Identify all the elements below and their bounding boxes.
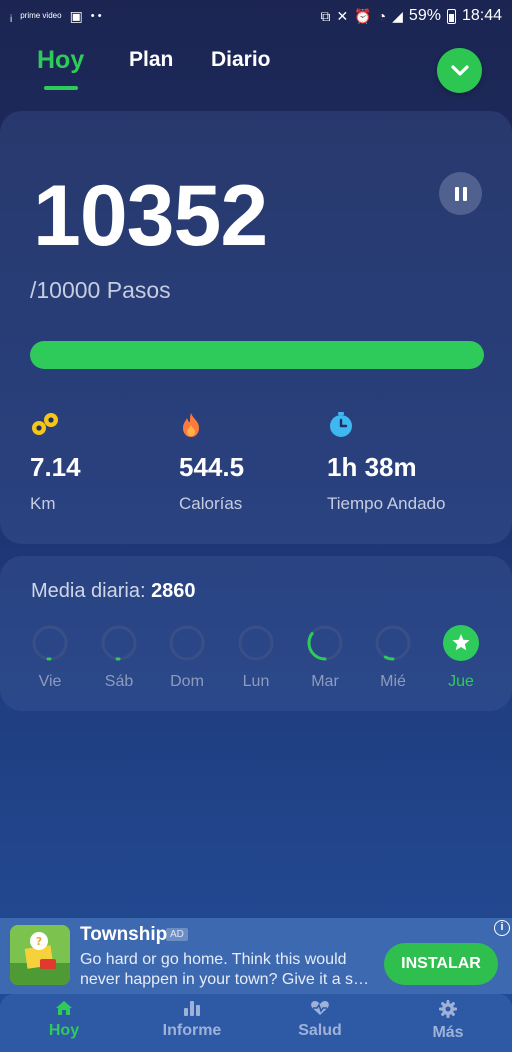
nav-informe-label: Informe — [162, 1022, 222, 1039]
day-label: Dom — [170, 673, 204, 690]
status-left: ᵢ prime video ▣ • • — [10, 8, 102, 25]
step-goal: /10000 Pasos — [30, 277, 171, 303]
nav-mas[interactable]: Más — [398, 1000, 498, 1042]
day-4[interactable]: Lun — [226, 624, 286, 691]
day-progress-ring — [375, 625, 411, 661]
dropdown-check-button[interactable] — [437, 48, 482, 93]
calories-value: 544.5 — [179, 452, 245, 482]
nav-salud-label: Salud — [298, 1022, 342, 1039]
nav-informe[interactable]: Informe — [142, 1000, 242, 1040]
prime-video-icon: prime video — [20, 11, 62, 20]
cell-signal-icon: ◢ — [392, 7, 403, 24]
ad-info-icon[interactable]: i — [494, 920, 510, 936]
day-2[interactable]: Sáb — [89, 624, 149, 691]
nav-hoy[interactable]: Hoy — [14, 1000, 114, 1040]
day-progress-ring — [32, 625, 68, 661]
bar-chart-icon — [184, 1001, 200, 1016]
daily-average: Media diaria: 2860 — [31, 580, 196, 603]
day-1[interactable]: Vie — [20, 624, 80, 691]
day-label: Vie — [38, 673, 62, 690]
battery-percent: 59% — [408, 7, 441, 24]
pause-icon — [454, 186, 459, 201]
day-label: Jue — [448, 673, 474, 690]
app-notification-icon: ▣ — [69, 7, 83, 24]
status-bar: ᵢ prime video ▣ • • ⧉ ✕ ⏰ ◔ ◢ 59% 18:44 — [0, 0, 512, 32]
tab-hoy[interactable]: Hoy — [37, 46, 84, 75]
ad-install-button[interactable]: INSTALAR — [384, 943, 498, 985]
day-progress-ring — [101, 625, 137, 661]
day-label: Lun — [242, 673, 270, 690]
today-steps-card: 10352 /10000 Pasos 7.14 Km 544.5 Caloría… — [0, 111, 512, 544]
day-7[interactable]: Jue — [431, 624, 491, 691]
top-tabs: Hoy Plan Diario — [0, 44, 512, 94]
ad-title: Township — [80, 924, 168, 945]
daily-average-value: 2860 — [151, 580, 196, 602]
home-icon — [56, 1001, 72, 1015]
signal-app-icon: ᵢ — [10, 8, 13, 24]
day-label: Mié — [380, 673, 406, 690]
step-count: 10352 — [33, 168, 268, 264]
more-notifications-icon: • • — [90, 10, 102, 22]
ad-banner[interactable]: ? Township AD Go hard or go home. Think … — [0, 918, 512, 994]
step-progress-fill — [30, 341, 484, 369]
day-5[interactable]: Mar — [295, 624, 355, 691]
day-progress-ring — [307, 625, 343, 661]
status-time: 18:44 — [461, 7, 502, 24]
mute-icon: ✕ — [336, 7, 349, 24]
pause-icon-bar — [462, 186, 467, 201]
day-3[interactable]: Dom — [157, 624, 217, 691]
day-progress-ring — [238, 625, 274, 661]
tab-active-indicator — [44, 86, 78, 90]
gear-icon — [439, 1000, 457, 1018]
day-6[interactable]: Mié — [363, 624, 423, 691]
nav-mas-label: Más — [432, 1024, 464, 1041]
township-logo-icon: ? — [10, 925, 70, 985]
distance-label: Km — [30, 494, 56, 513]
stopwatch-icon — [330, 412, 352, 437]
ad-badge: AD — [166, 928, 188, 941]
ad-description: Go hard or go home. Think this would nev… — [80, 951, 370, 988]
distance-value: 7.14 — [30, 452, 81, 482]
status-right: ⧉ ✕ ⏰ ◔ ◢ 59% 18:44 — [321, 7, 503, 25]
day-progress-ring — [169, 625, 205, 661]
step-progress-bar — [30, 341, 484, 369]
tab-plan[interactable]: Plan — [129, 48, 173, 72]
weekly-card[interactable]: Media diaria: 2860 Vie Sáb Dom Lun Mar Mié Jue — [0, 556, 512, 711]
day-label: Sáb — [104, 673, 134, 690]
stat-calories: 544.5 Calorías — [179, 411, 244, 514]
stat-distance: 7.14 Km — [30, 411, 81, 514]
route-icon — [32, 413, 58, 435]
flame-icon — [183, 413, 199, 437]
svg-text:?: ? — [36, 935, 42, 948]
battery-icon — [446, 8, 456, 24]
day-label: Mar — [311, 673, 339, 690]
daily-average-label: Media diaria: — [31, 580, 152, 602]
day-goal-star-icon — [443, 625, 479, 661]
walk-time-value: 1h 38m — [327, 452, 417, 482]
heart-pulse-icon — [311, 1001, 329, 1015]
nav-salud[interactable]: Salud — [270, 1000, 370, 1040]
stat-walk-time: 1h 38m Tiempo Andado — [327, 411, 445, 514]
bottom-nav: Hoy Informe Salud Más — [0, 994, 512, 1052]
ad-app-image: ? — [10, 925, 70, 985]
chevron-down-icon — [450, 64, 469, 76]
tab-diario[interactable]: Diario — [211, 48, 271, 72]
wifi-icon: ◔ — [377, 8, 387, 24]
pause-button[interactable] — [439, 172, 482, 215]
alarm-icon: ⏰ — [354, 7, 372, 24]
calories-label: Calorías — [179, 494, 243, 513]
nav-hoy-label: Hoy — [48, 1022, 80, 1039]
cast-icon: ⧉ — [320, 7, 331, 24]
walk-time-label: Tiempo Andado — [327, 494, 446, 513]
